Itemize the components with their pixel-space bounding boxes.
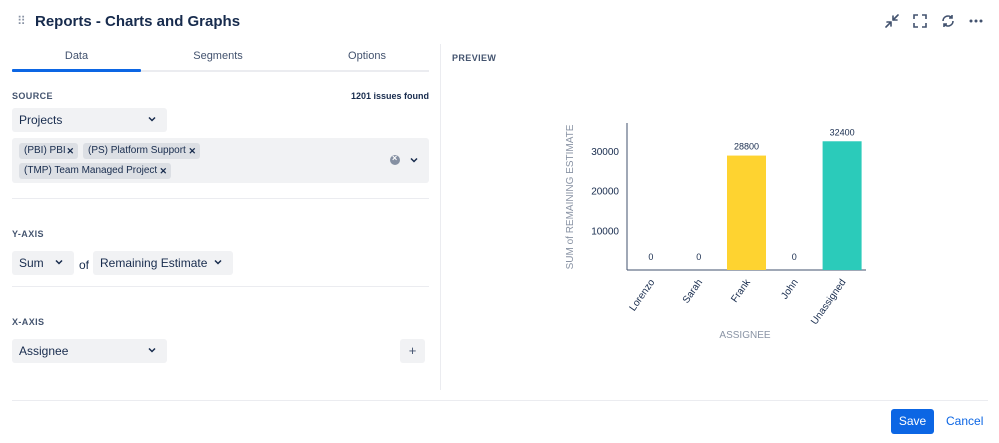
project-chip-label: (PS) Platform Support	[88, 145, 186, 156]
section-divider	[12, 286, 429, 287]
x-tick-label: Unassigned	[809, 277, 848, 327]
x-tick-label: John	[779, 277, 800, 301]
x-tick-label: Lorenzo	[628, 277, 658, 313]
x-field-value: Assignee	[19, 344, 69, 358]
x-axis-title: ASSIGNEE	[719, 330, 770, 341]
tab-data[interactable]: Data	[12, 50, 141, 62]
chevron-down-icon	[148, 116, 156, 122]
remove-chip-icon[interactable]: ✕	[188, 146, 196, 157]
y-tick-label: 20000	[591, 187, 619, 198]
project-chip: (TMP) Team Managed Project ✕	[19, 163, 171, 179]
page-title: Reports - Charts and Graphs	[35, 13, 241, 30]
modal-header: ⠿ Reports - Charts and Graphs	[0, 0, 999, 44]
source-type-select[interactable]: Projects	[12, 108, 167, 132]
bar-frank[interactable]	[727, 155, 766, 270]
x-tick-label: Frank	[729, 277, 753, 305]
remove-chip-icon[interactable]: ✕	[66, 146, 74, 157]
y-axis-title: SUM of REMAINING ESTIMATE	[565, 124, 576, 269]
more-icon[interactable]	[967, 12, 985, 30]
active-tab-indicator	[12, 69, 141, 72]
fullscreen-icon[interactable]	[911, 12, 929, 30]
config-panel: Data Segments Options SOURCE 1201 issues…	[12, 44, 429, 389]
tab-bar: Data Segments Options	[12, 44, 429, 72]
collapse-icon[interactable]	[883, 12, 901, 30]
y-tick-label: 10000	[591, 226, 619, 237]
bar-chart: SUM of REMAINING ESTIMATE ASSIGNEE 10000…	[565, 123, 866, 341]
bar-value-label: 0	[648, 252, 653, 262]
add-x-axis-button[interactable]: +	[400, 339, 425, 363]
y-tick-label: 30000	[591, 147, 619, 158]
aggregate-value: Sum	[19, 256, 44, 270]
drag-handle-icon[interactable]: ⠿	[17, 15, 26, 27]
chevron-down-icon	[148, 347, 156, 353]
clear-selection-icon[interactable]	[390, 153, 400, 165]
y-axis-label: Y-AXIS	[12, 229, 44, 239]
chevron-down-icon	[214, 259, 222, 265]
chevron-down-icon	[55, 259, 63, 265]
project-chip-label: (TMP) Team Managed Project	[24, 165, 158, 176]
bar-value-label: 0	[792, 252, 797, 262]
save-button[interactable]: Save	[891, 409, 934, 434]
x-tick-label: Sarah	[681, 277, 705, 305]
chevron-down-icon[interactable]	[409, 155, 419, 165]
refresh-icon[interactable]	[939, 12, 957, 30]
y-field-value: Remaining Estimate	[100, 256, 208, 270]
section-divider	[12, 198, 429, 199]
bar-unassigned[interactable]	[822, 141, 862, 270]
bar-value-label: 28800	[734, 142, 759, 152]
source-label: SOURCE	[12, 91, 53, 101]
source-type-value: Projects	[19, 113, 63, 127]
project-chip-label: (PBI) PBI	[24, 145, 66, 156]
tab-segments[interactable]: Segments	[156, 50, 280, 62]
project-multiselect[interactable]: (PBI) PBI ✕ (PS) Platform Support ✕ (TMP…	[12, 138, 429, 183]
preview-label: PREVIEW	[452, 53, 497, 63]
cancel-button[interactable]: Cancel	[946, 409, 986, 434]
x-field-select[interactable]: Assignee	[12, 339, 167, 363]
tab-options[interactable]: Options	[305, 50, 429, 62]
panel-divider	[440, 44, 441, 390]
aggregate-select[interactable]: Sum	[12, 251, 74, 275]
remove-chip-icon[interactable]: ✕	[159, 166, 167, 177]
footer-divider	[12, 400, 988, 401]
bar-value-label: 0	[696, 252, 701, 262]
x-axis-label: X-AXIS	[12, 317, 45, 327]
project-chip: (PS) Platform Support ✕	[83, 143, 200, 159]
issues-found-count: 1201 issues found	[350, 91, 429, 101]
of-text: of	[79, 258, 90, 272]
project-chip: (PBI) PBI ✕	[19, 143, 78, 159]
header-actions	[883, 12, 985, 30]
y-field-select[interactable]: Remaining Estimate	[93, 251, 233, 275]
bar-value-label: 32400	[830, 127, 855, 137]
